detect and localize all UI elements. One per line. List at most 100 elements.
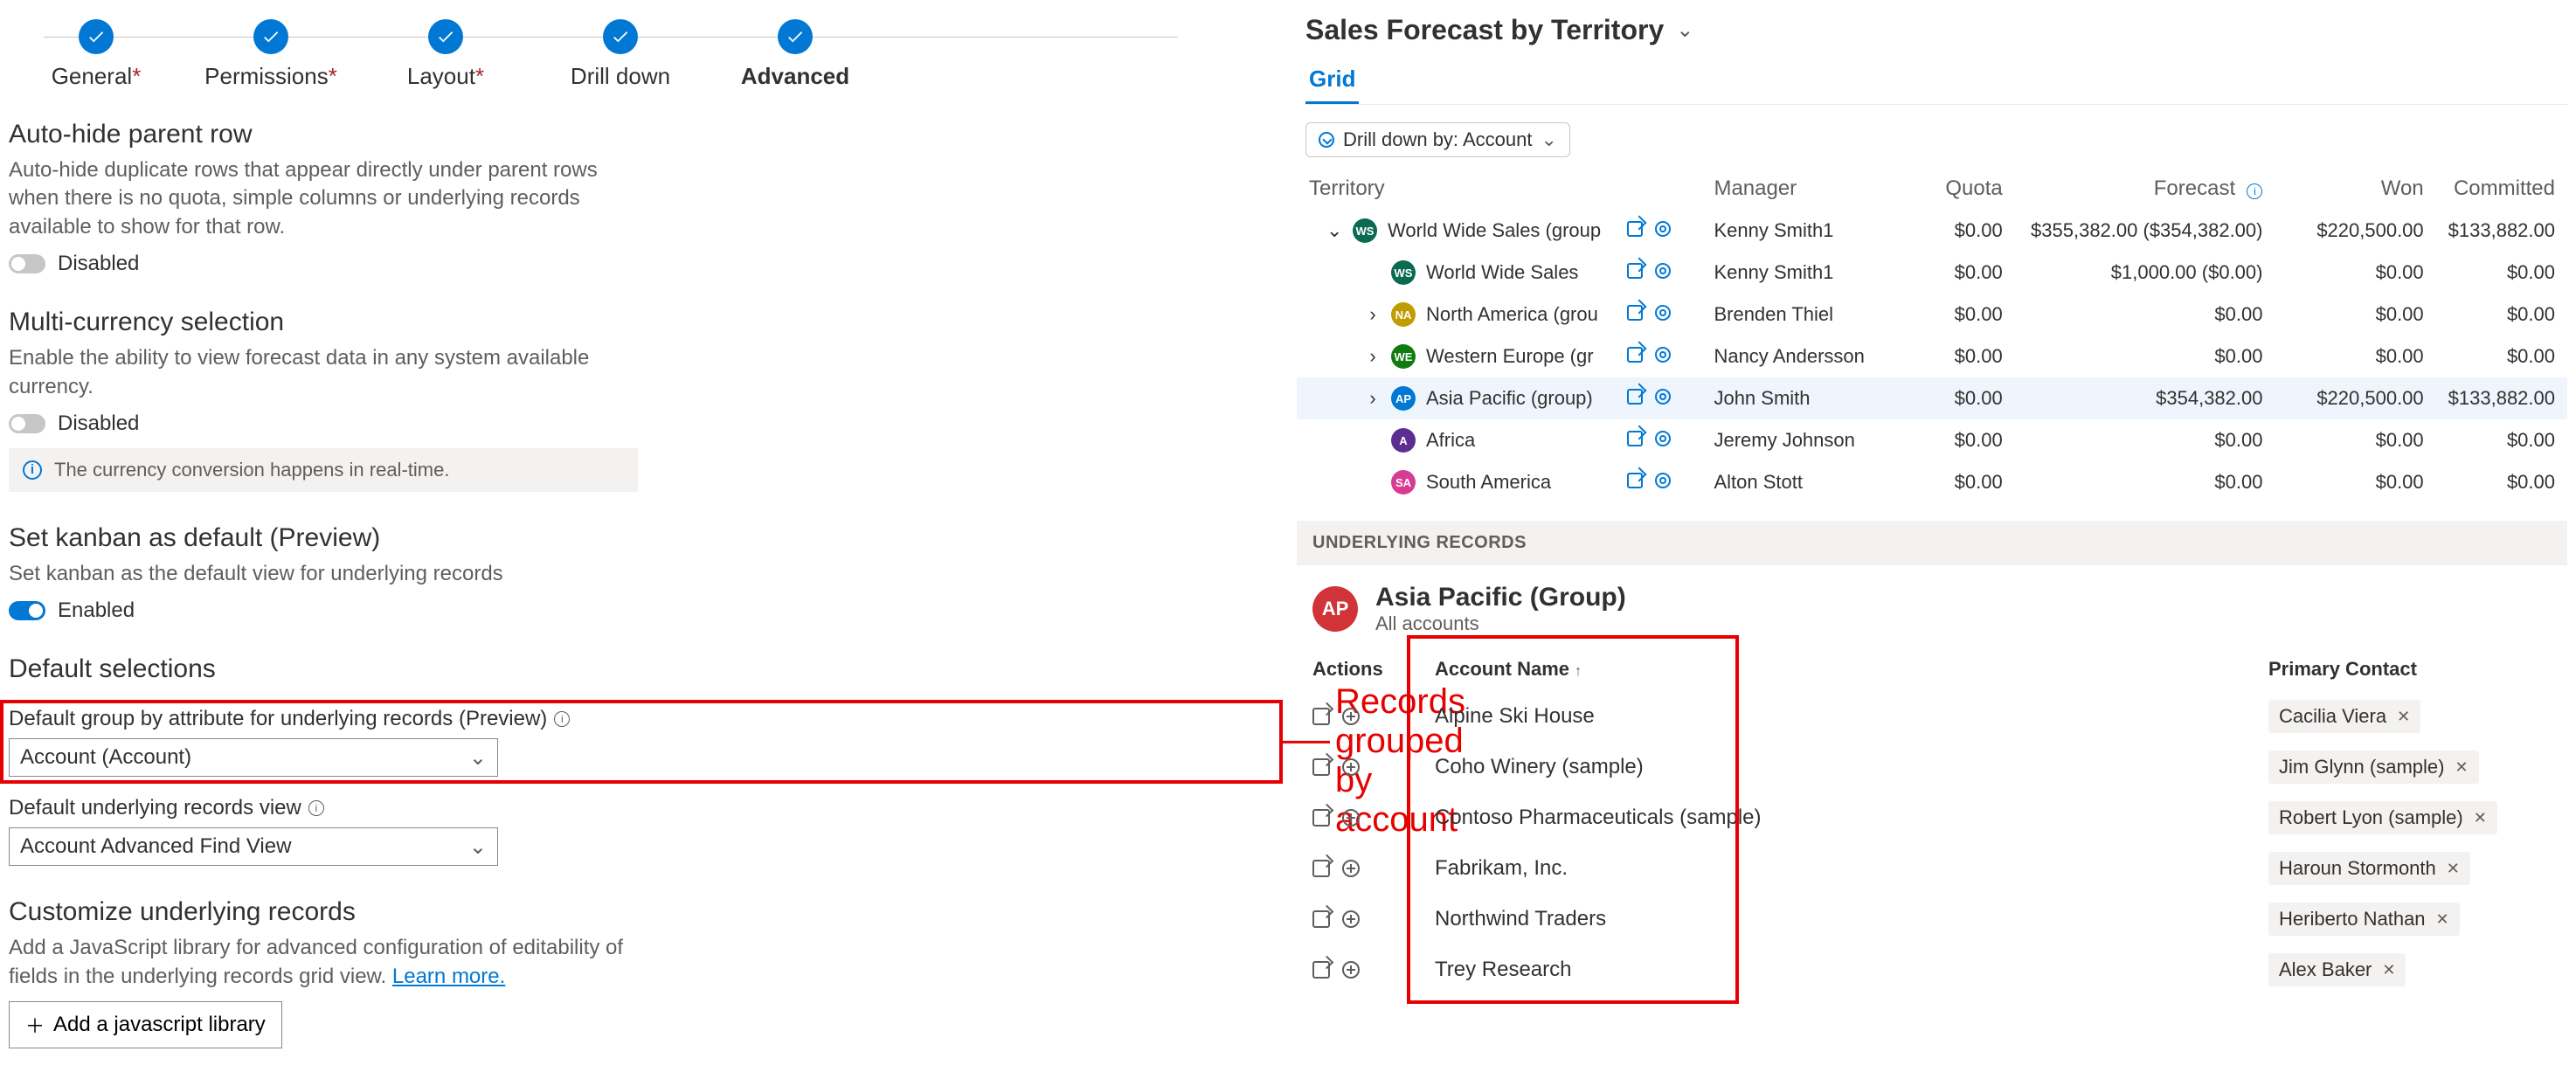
committed-cell: $0.00 bbox=[2436, 294, 2567, 335]
col-territory[interactable]: Territory bbox=[1297, 168, 1615, 210]
manager-cell: John Smith bbox=[1701, 377, 1881, 419]
share-icon[interactable] bbox=[1627, 305, 1643, 321]
record-row[interactable]: Coho Winery (sample)Jim Glynn (sample)✕ bbox=[1297, 742, 2567, 792]
contact-name: Jim Glynn (sample) bbox=[2279, 756, 2444, 778]
forecast-title[interactable]: Sales Forecast by Territory bbox=[1305, 14, 1664, 46]
won-cell: $220,500.00 bbox=[2275, 377, 2435, 419]
share-icon[interactable] bbox=[1627, 221, 1643, 237]
forecast-row[interactable]: AAfricaJeremy Johnson$0.00$0.00$0.00$0.0… bbox=[1297, 419, 2567, 461]
contact-chip[interactable]: Robert Lyon (sample) ✕ bbox=[2268, 801, 2497, 834]
territory-name: Asia Pacific (group) bbox=[1426, 387, 1593, 410]
owner-icon[interactable] bbox=[1655, 305, 1671, 321]
col-primary-contact[interactable]: Primary Contact bbox=[2253, 647, 2567, 691]
open-record-icon[interactable] bbox=[1312, 758, 1330, 776]
col-committed[interactable]: Committed bbox=[2436, 168, 2567, 210]
share-icon[interactable] bbox=[1627, 347, 1643, 363]
contact-chip[interactable]: Heriberto Nathan ✕ bbox=[2268, 903, 2460, 936]
add-record-icon[interactable] bbox=[1342, 758, 1360, 776]
owner-icon[interactable] bbox=[1655, 263, 1671, 279]
add-record-icon[interactable] bbox=[1342, 910, 1360, 928]
territory-badge: WS bbox=[1353, 218, 1377, 243]
won-cell: $0.00 bbox=[2275, 252, 2435, 294]
owner-icon[interactable] bbox=[1655, 473, 1671, 488]
add-record-icon[interactable] bbox=[1342, 809, 1360, 827]
owner-icon[interactable] bbox=[1655, 221, 1671, 237]
owner-icon[interactable] bbox=[1655, 347, 1671, 363]
open-record-icon[interactable] bbox=[1312, 910, 1330, 928]
owner-icon[interactable] bbox=[1655, 389, 1671, 405]
expand-icon[interactable]: › bbox=[1365, 387, 1381, 410]
forecast-row[interactable]: ›WEWestern Europe (grNancy Andersson$0.0… bbox=[1297, 335, 2567, 377]
expand-icon[interactable]: ⌄ bbox=[1326, 219, 1342, 242]
record-row[interactable]: Alpine Ski HouseCacilia Viera✕ bbox=[1297, 691, 2567, 742]
owner-icon[interactable] bbox=[1655, 431, 1671, 446]
sort-asc-icon: ↑ bbox=[1575, 664, 1582, 679]
territory-badge: WE bbox=[1391, 344, 1416, 369]
contact-chip[interactable]: Alex Baker✕ bbox=[2268, 953, 2406, 986]
remove-contact-icon[interactable]: ✕ bbox=[2397, 708, 2410, 726]
remove-contact-icon[interactable]: ✕ bbox=[2382, 961, 2395, 979]
account-name-cell: Fabrikam, Inc. bbox=[1419, 843, 2253, 894]
forecast-row[interactable]: ›APAsia Pacific (group)John Smith$0.00$3… bbox=[1297, 377, 2567, 419]
expand-icon[interactable]: › bbox=[1365, 303, 1381, 326]
manager-cell: Kenny Smith1 bbox=[1701, 210, 1881, 252]
forecast-row[interactable]: SASouth AmericaAlton Stott$0.00$0.00$0.0… bbox=[1297, 461, 2567, 503]
chevron-down-icon: ⌄ bbox=[1541, 128, 1556, 151]
share-icon[interactable] bbox=[1627, 389, 1643, 405]
territory-name: Africa bbox=[1426, 429, 1475, 452]
expand-icon[interactable]: › bbox=[1365, 345, 1381, 368]
col-icons bbox=[1615, 168, 1702, 210]
record-row[interactable]: Northwind TradersHeriberto Nathan✕ bbox=[1297, 894, 2567, 944]
config-panel: General*Permissions*Layout*Drill downAdv… bbox=[0, 0, 1288, 1086]
contact-name: Heriberto Nathan bbox=[2279, 908, 2426, 930]
open-record-icon[interactable] bbox=[1312, 708, 1330, 725]
col-quota[interactable]: Quota bbox=[1881, 168, 2014, 210]
drill-down-label: Drill down by: Account bbox=[1343, 128, 1532, 151]
forecast-cell: $0.00 bbox=[2015, 335, 2275, 377]
territory-name: North America (grou bbox=[1426, 303, 1598, 326]
record-row[interactable]: Trey ResearchAlex Baker✕ bbox=[1297, 944, 2567, 995]
remove-contact-icon[interactable]: ✕ bbox=[2447, 860, 2460, 878]
contact-chip[interactable]: Jim Glynn (sample) ✕ bbox=[2268, 751, 2479, 784]
record-row[interactable]: Contoso Pharmaceuticals (sample)Robert L… bbox=[1297, 792, 2567, 843]
quota-cell: $0.00 bbox=[1881, 210, 2014, 252]
share-icon[interactable] bbox=[1627, 263, 1643, 279]
remove-contact-icon[interactable]: ✕ bbox=[2455, 758, 2468, 777]
underlying-group-header: AP Asia Pacific (Group) All accounts bbox=[1297, 565, 2567, 640]
info-icon[interactable]: i bbox=[2247, 183, 2262, 199]
committed-cell: $0.00 bbox=[2436, 419, 2567, 461]
open-record-icon[interactable] bbox=[1312, 961, 1330, 979]
record-row[interactable]: Fabrikam, Inc. Haroun Stormonth ✕ bbox=[1297, 843, 2567, 894]
add-record-icon[interactable] bbox=[1342, 708, 1360, 725]
drill-down-pill[interactable]: Drill down by: Account ⌄ bbox=[1305, 122, 1570, 157]
share-icon[interactable] bbox=[1627, 431, 1643, 446]
contact-chip[interactable]: Cacilia Viera✕ bbox=[2268, 700, 2420, 733]
col-account-name[interactable]: Account Name ↑ bbox=[1419, 647, 2253, 691]
contact-chip[interactable]: Haroun Stormonth ✕ bbox=[2268, 852, 2470, 885]
chevron-down-icon[interactable]: ⌄ bbox=[1676, 17, 1693, 43]
add-record-icon[interactable] bbox=[1342, 860, 1360, 877]
forecast-row[interactable]: WSWorld Wide SalesKenny Smith1$0.00$1,00… bbox=[1297, 252, 2567, 294]
forecast-row[interactable]: ⌄WSWorld Wide Sales (groupKenny Smith1$0… bbox=[1297, 210, 2567, 252]
won-cell: $0.00 bbox=[2275, 419, 2435, 461]
col-forecast[interactable]: Forecast i bbox=[2015, 168, 2275, 210]
underlying-records-header: UNDERLYING RECORDS bbox=[1297, 521, 2567, 565]
contact-name: Haroun Stormonth bbox=[2279, 857, 2436, 880]
col-won[interactable]: Won bbox=[2275, 168, 2435, 210]
open-record-icon[interactable] bbox=[1312, 860, 1330, 877]
contact-name: Robert Lyon (sample) bbox=[2279, 806, 2463, 829]
share-icon[interactable] bbox=[1627, 473, 1643, 488]
forecast-tabs: Grid bbox=[1305, 59, 2567, 105]
remove-contact-icon[interactable]: ✕ bbox=[2474, 809, 2487, 827]
manager-cell: Brenden Thiel bbox=[1701, 294, 1881, 335]
territory-badge: NA bbox=[1391, 302, 1416, 327]
add-record-icon[interactable] bbox=[1342, 961, 1360, 979]
forecast-row[interactable]: › NA North America (grou Brenden Thiel $0.00… bbox=[1297, 294, 2567, 335]
open-record-icon[interactable] bbox=[1312, 809, 1330, 827]
tab-grid[interactable]: Grid bbox=[1305, 59, 1359, 104]
remove-contact-icon[interactable]: ✕ bbox=[2436, 910, 2449, 929]
manager-cell: Kenny Smith1 bbox=[1701, 252, 1881, 294]
territory-name: World Wide Sales bbox=[1426, 261, 1578, 284]
col-manager[interactable]: Manager bbox=[1701, 168, 1881, 210]
committed-cell: $0.00 bbox=[2436, 461, 2567, 503]
